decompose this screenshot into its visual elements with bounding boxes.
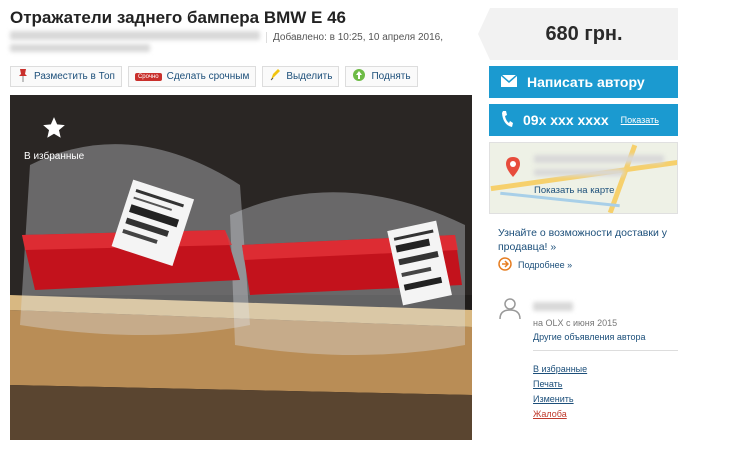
- seller-name-redacted: [533, 302, 573, 311]
- photo-favorite-button[interactable]: В избранные: [24, 115, 84, 162]
- delivery-more-label: Подробнее »: [518, 260, 573, 270]
- photo-favorite-label: В избранные: [24, 151, 85, 162]
- print-link[interactable]: Печать: [533, 377, 587, 392]
- added-date: Добавлено: в 10:25, 10 апреля 2016,: [266, 32, 443, 43]
- highlight-icon: [269, 68, 281, 85]
- listing-title: Отражатели заднего бампера BMW E 46: [10, 8, 347, 27]
- show-phone-link[interactable]: Показать: [621, 115, 659, 125]
- make-urgent-label: Сделать срочным: [166, 71, 250, 82]
- delivery-link[interactable]: Узнайте о возможности доставки у продавц…: [498, 226, 674, 254]
- write-author-label: Написать автору: [527, 74, 645, 90]
- pin-icon: [17, 68, 29, 85]
- price-tag: 680 грн.: [478, 8, 678, 60]
- seller-since: на OLX с июня 2015: [533, 318, 618, 328]
- star-icon: [43, 117, 65, 138]
- highlight-label: Выделить: [286, 71, 333, 82]
- user-icon: [499, 298, 521, 320]
- map-location-redacted: [534, 155, 664, 163]
- add-favorite-link[interactable]: В избранные: [533, 362, 587, 377]
- map-location-redacted-2: [534, 169, 624, 176]
- write-author-button[interactable]: Написать автору: [489, 66, 678, 98]
- bump-up-button[interactable]: Поднять: [345, 66, 418, 87]
- show-on-map-link[interactable]: Показать на карте: [534, 185, 614, 196]
- promo-toolbar: Разместить в Топ Срочно Сделать срочным …: [10, 66, 418, 87]
- location-redacted-2: [10, 44, 150, 52]
- location-map[interactable]: Показать на карте: [489, 142, 678, 214]
- delivery-truck-icon: [498, 257, 512, 273]
- urgent-icon: Срочно: [134, 72, 162, 81]
- report-link[interactable]: Жалоба: [533, 407, 587, 422]
- bump-up-label: Поднять: [371, 71, 411, 82]
- arrow-up-icon: [352, 68, 366, 85]
- location-redacted: [10, 31, 260, 40]
- highlight-button[interactable]: Выделить: [262, 66, 340, 87]
- edit-link[interactable]: Изменить: [533, 392, 587, 407]
- top-placement-button[interactable]: Разместить в Топ: [10, 66, 122, 87]
- phone-icon: [501, 110, 513, 131]
- phone-button[interactable]: 09x xxx xxxx Показать: [489, 104, 678, 136]
- divider: [533, 350, 678, 351]
- listing-photo[interactable]: В избранные: [10, 95, 472, 440]
- delivery-more-link[interactable]: Подробнее »: [498, 257, 572, 273]
- envelope-icon: [500, 74, 518, 90]
- phone-number: 09x xxx xxxx: [523, 112, 609, 128]
- make-urgent-button[interactable]: Срочно Сделать срочным: [127, 66, 257, 87]
- map-pin-icon: [506, 157, 520, 182]
- seller-other-ads-link[interactable]: Другие объявления автора: [533, 332, 646, 342]
- top-placement-label: Разместить в Топ: [34, 71, 115, 82]
- seller-avatar: [498, 296, 522, 325]
- actions-list: В избранные Печать Изменить Жалоба: [533, 362, 587, 422]
